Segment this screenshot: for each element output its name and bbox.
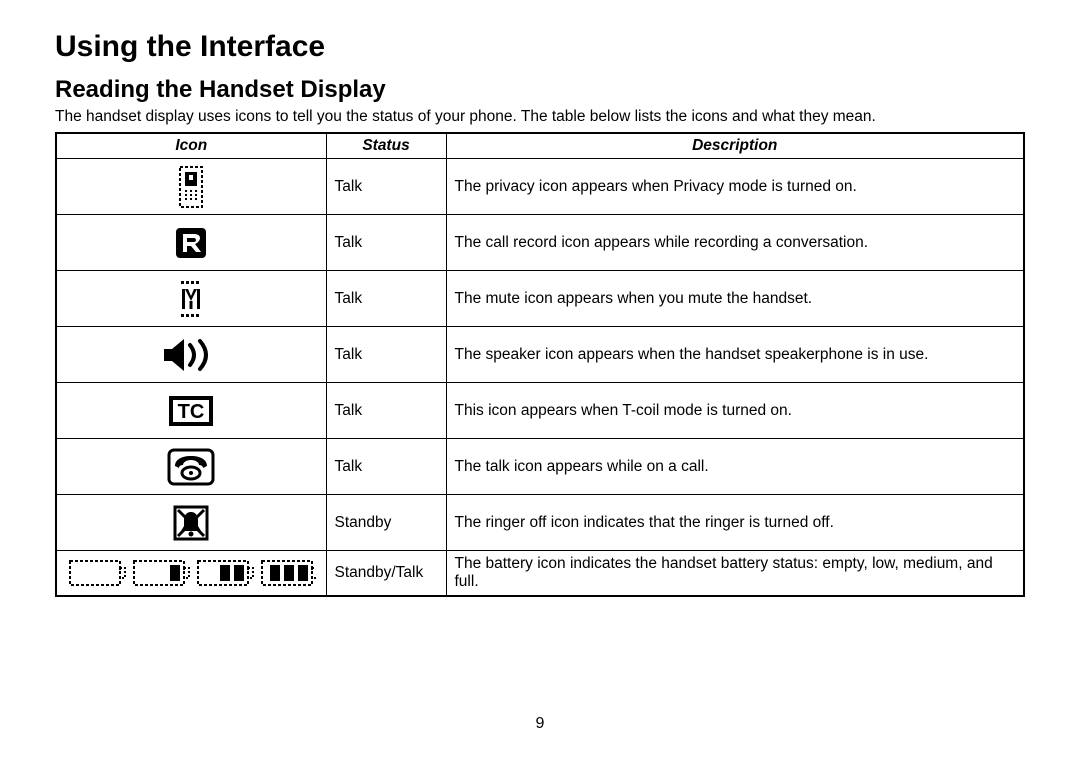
description-cell: The call record icon appears while recor… xyxy=(446,215,1024,271)
table-row: Talk The call record icon appears while … xyxy=(56,215,1024,271)
status-cell: Talk xyxy=(326,215,446,271)
status-cell: Talk xyxy=(326,439,446,495)
table-row: TC Talk This icon appears when T-coil mo… xyxy=(56,383,1024,439)
description-cell: This icon appears when T-coil mode is tu… xyxy=(446,383,1024,439)
col-header-status: Status xyxy=(326,133,446,159)
col-header-icon: Icon xyxy=(56,133,326,159)
status-cell: Talk xyxy=(326,383,446,439)
mute-icon xyxy=(56,271,326,327)
description-cell: The talk icon appears while on a call. xyxy=(446,439,1024,495)
page-number: 9 xyxy=(536,715,545,733)
status-cell: Talk xyxy=(326,327,446,383)
col-header-description: Description xyxy=(446,133,1024,159)
table-row: Talk The talk icon appears while on a ca… xyxy=(56,439,1024,495)
table-row: Talk The privacy icon appears when Priva… xyxy=(56,159,1024,215)
icon-table: Icon Status Description xyxy=(55,132,1025,597)
table-row: Talk The speaker icon appears when the h… xyxy=(56,327,1024,383)
speaker-icon xyxy=(56,327,326,383)
battery-icon xyxy=(56,551,326,597)
section-heading: Reading the Handset Display xyxy=(55,76,1025,104)
privacy-icon xyxy=(56,159,326,215)
table-row: Standby/Talk The battery icon indicates … xyxy=(56,551,1024,597)
status-cell: Talk xyxy=(326,159,446,215)
table-row: Standby The ringer off icon indicates th… xyxy=(56,495,1024,551)
status-cell: Talk xyxy=(326,271,446,327)
description-cell: The battery icon indicates the handset b… xyxy=(446,551,1024,597)
description-cell: The ringer off icon indicates that the r… xyxy=(446,495,1024,551)
description-cell: The privacy icon appears when Privacy mo… xyxy=(446,159,1024,215)
talk-icon xyxy=(56,439,326,495)
description-cell: The mute icon appears when you mute the … xyxy=(446,271,1024,327)
ringeroff-icon xyxy=(56,495,326,551)
record-icon xyxy=(56,215,326,271)
table-row: Talk The mute icon appears when you mute… xyxy=(56,271,1024,327)
page-heading: Using the Interface xyxy=(55,30,1025,64)
status-cell: Standby/Talk xyxy=(326,551,446,597)
intro-text: The handset display uses icons to tell y… xyxy=(55,108,1025,126)
status-cell: Standby xyxy=(326,495,446,551)
svg-text:TC: TC xyxy=(178,401,205,423)
description-cell: The speaker icon appears when the handse… xyxy=(446,327,1024,383)
tcoil-icon: TC xyxy=(56,383,326,439)
